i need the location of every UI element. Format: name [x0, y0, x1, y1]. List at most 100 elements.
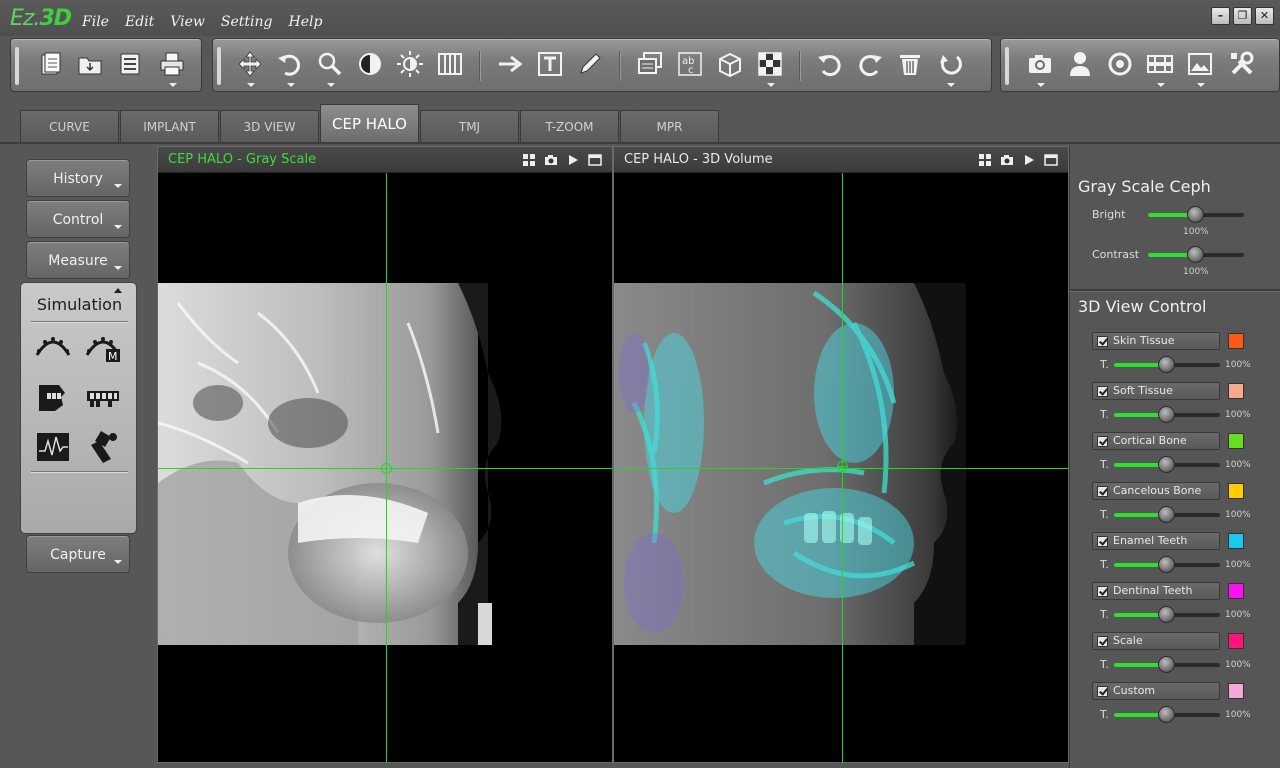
text-icon[interactable] [535, 49, 565, 79]
maximize-icon[interactable] [588, 153, 602, 167]
play-icon[interactable] [1022, 153, 1036, 167]
camera-icon[interactable] [1000, 153, 1014, 167]
transparency-slider[interactable] [1114, 406, 1220, 423]
panorama-icon[interactable] [435, 49, 465, 79]
tab-3d-view[interactable]: 3D VIEW [220, 110, 319, 142]
layer-toggle-1[interactable]: Soft Tissue [1092, 382, 1220, 400]
zoom-icon[interactable] [315, 49, 345, 87]
slider-knob[interactable] [1158, 506, 1175, 523]
open-folder-icon[interactable] [75, 49, 105, 79]
undo-icon[interactable] [815, 49, 845, 79]
layer-toggle-7[interactable]: Custom [1092, 682, 1220, 700]
bright-slider[interactable] [1148, 206, 1244, 223]
menu-help[interactable]: Help [288, 14, 322, 30]
compare-icon[interactable] [1145, 49, 1175, 87]
compare-dropdown-icon[interactable] [1157, 83, 1165, 87]
camera-dropdown-icon[interactable] [1037, 83, 1045, 87]
transparency-slider[interactable] [1114, 356, 1220, 373]
layer-color-swatch[interactable] [1228, 633, 1244, 649]
slider-knob[interactable] [1158, 706, 1175, 723]
slider-knob[interactable] [1158, 356, 1175, 373]
reset-icon[interactable] [935, 49, 965, 87]
move-dropdown-icon[interactable] [247, 83, 255, 87]
transparency-slider[interactable] [1114, 606, 1220, 623]
slider-knob[interactable] [1158, 656, 1175, 673]
layer-toggle-0[interactable]: Skin Tissue [1092, 332, 1220, 350]
layer-checkbox[interactable] [1097, 636, 1108, 647]
layer-checkbox[interactable] [1097, 436, 1108, 447]
abc-icon[interactable]: ab c [675, 49, 705, 79]
layer-color-swatch[interactable] [1228, 683, 1244, 699]
move-icon[interactable] [235, 49, 265, 87]
tab-mpr[interactable]: MPR [620, 110, 719, 142]
face-teeth-icon[interactable] [33, 379, 73, 415]
layer-checkbox[interactable] [1097, 536, 1108, 547]
camera-icon[interactable] [544, 153, 558, 167]
arrow-icon[interactable] [495, 49, 525, 79]
layer-color-swatch[interactable] [1228, 433, 1244, 449]
tab-tmj[interactable]: TMJ [420, 110, 519, 142]
toolbar-grip[interactable] [15, 47, 19, 85]
slider-knob[interactable] [1187, 246, 1204, 263]
layer-checkbox[interactable] [1097, 336, 1108, 347]
tools-icon[interactable] [1227, 49, 1257, 79]
minimize-icon[interactable]: – [1211, 7, 1230, 25]
layer-color-swatch[interactable] [1228, 483, 1244, 499]
reset-dropdown-icon[interactable] [947, 83, 955, 87]
slider-knob[interactable] [1187, 206, 1204, 223]
dentition-icon[interactable] [83, 379, 123, 415]
slider-knob[interactable] [1158, 406, 1175, 423]
zoom-dropdown-icon[interactable] [327, 83, 335, 87]
pencil-icon[interactable] [575, 49, 605, 79]
capture-button[interactable]: Capture [26, 535, 130, 573]
menu-edit[interactable]: Edit [125, 14, 154, 30]
slider-knob[interactable] [1158, 606, 1175, 623]
slider-knob[interactable] [1158, 456, 1175, 473]
transparency-slider[interactable] [1114, 506, 1220, 523]
tab-t-zoom[interactable]: T-ZOOM [520, 110, 619, 142]
target-icon[interactable] [1105, 49, 1135, 79]
layer-checkbox[interactable] [1097, 486, 1108, 497]
layer-toggle-5[interactable]: Dentinal Teeth [1092, 582, 1220, 600]
layer-color-swatch[interactable] [1228, 583, 1244, 599]
new-document-icon[interactable] [35, 49, 65, 79]
layer-toggle-6[interactable]: Scale [1092, 632, 1220, 650]
layer-color-swatch[interactable] [1228, 333, 1244, 349]
image-dropdown-icon[interactable] [1197, 83, 1205, 87]
layer-toggle-4[interactable]: Enamel Teeth [1092, 532, 1220, 550]
checker-icon[interactable] [755, 49, 785, 87]
arch-icon[interactable] [33, 329, 73, 365]
layers-icon[interactable] [635, 49, 665, 79]
crosshair-center-icon[interactable] [836, 460, 849, 473]
layer-checkbox[interactable] [1097, 586, 1108, 597]
layer-color-swatch[interactable] [1228, 533, 1244, 549]
box-icon[interactable] [715, 49, 745, 79]
window-level-icon[interactable] [355, 49, 385, 79]
person-icon[interactable] [1065, 49, 1095, 79]
maximize-icon[interactable] [1044, 153, 1058, 167]
trash-icon[interactable] [895, 49, 925, 79]
play-icon[interactable] [566, 153, 580, 167]
image-icon[interactable] [1185, 49, 1215, 87]
toolbar-grip[interactable] [217, 47, 221, 85]
layer-checkbox[interactable] [1097, 386, 1108, 397]
layer-checkbox[interactable] [1097, 686, 1108, 697]
tooth-tool-icon[interactable] [83, 429, 123, 465]
layer-color-swatch[interactable] [1228, 383, 1244, 399]
arch-m-icon[interactable]: M [83, 329, 123, 365]
brightness-icon[interactable] [395, 49, 425, 79]
tab-cep-halo[interactable]: CEP HALO [320, 104, 419, 142]
grayscale-viewport[interactable]: CEP HALO - Gray Scale [157, 146, 613, 763]
checker-dropdown-icon[interactable] [767, 83, 775, 87]
transparency-slider[interactable] [1114, 656, 1220, 673]
layout-grid-icon[interactable] [978, 153, 992, 167]
close-icon[interactable]: ✕ [1255, 7, 1274, 25]
menu-view[interactable]: View [170, 14, 205, 30]
menu-file[interactable]: File [82, 14, 109, 30]
layer-toggle-3[interactable]: Cancelous Bone [1092, 482, 1220, 500]
layer-toggle-2[interactable]: Cortical Bone [1092, 432, 1220, 450]
crosshair-center-icon[interactable] [380, 462, 393, 475]
tab-curve[interactable]: CURVE [20, 110, 119, 142]
rotate-icon[interactable] [275, 49, 305, 87]
contrast-slider[interactable] [1148, 246, 1244, 263]
